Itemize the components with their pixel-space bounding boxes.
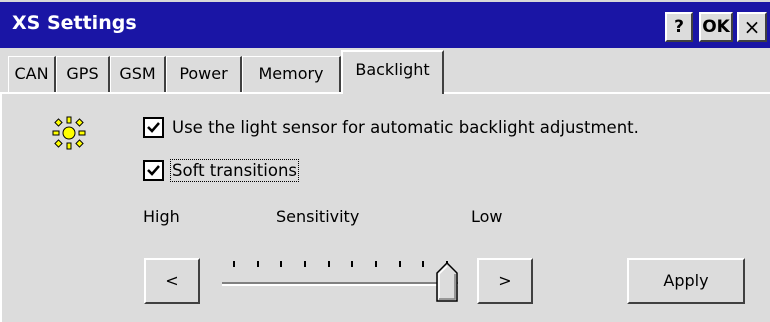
light-sensor-label: Use the light sensor for automatic backl…: [172, 118, 639, 137]
increase-button[interactable]: >: [477, 258, 533, 304]
light-sensor-row[interactable]: Use the light sensor for automatic backl…: [143, 117, 639, 138]
apply-button[interactable]: Apply: [627, 258, 745, 304]
slider-tick: [398, 261, 401, 267]
tab-power[interactable]: Power: [166, 56, 242, 92]
soft-transitions-label: Soft transitions: [169, 159, 300, 182]
tab-gsm[interactable]: GSM: [110, 56, 166, 92]
soft-transitions-checkbox[interactable]: [143, 160, 164, 181]
close-button[interactable]: ×: [737, 12, 767, 42]
tab-can[interactable]: CAN: [8, 56, 56, 92]
soft-transitions-row[interactable]: Soft transitions: [143, 159, 300, 182]
slider-tick: [256, 261, 259, 267]
tab-gps[interactable]: GPS: [56, 56, 110, 92]
slider-tick: [304, 261, 306, 267]
sensitivity-slider-track[interactable]: [222, 282, 458, 286]
slider-tick: [327, 261, 330, 267]
sun-icon: [52, 116, 86, 150]
window-title: XS Settings: [12, 12, 137, 34]
light-sensor-checkbox[interactable]: [143, 117, 164, 138]
sensitivity-low-label: Low: [471, 207, 503, 226]
slider-tick: [351, 261, 354, 267]
slider-tick: [233, 261, 235, 267]
slider-tick: [280, 261, 283, 267]
slider-tick: [375, 261, 377, 267]
ok-button[interactable]: OK: [699, 12, 733, 42]
title-bar: XS Settings ? OK ×: [0, 0, 770, 48]
tab-backlight[interactable]: Backlight: [341, 50, 444, 94]
sensitivity-slider-thumb[interactable]: [436, 261, 458, 306]
slider-tick: [422, 261, 425, 267]
decrease-button[interactable]: <: [144, 258, 200, 304]
tab-memory[interactable]: Memory: [242, 56, 341, 92]
sensitivity-title: Sensitivity: [276, 207, 360, 226]
help-button[interactable]: ?: [665, 12, 693, 42]
settings-window: XS Settings ? OK × CAN GPS GSM Power Mem…: [0, 0, 770, 322]
sensitivity-high-label: High: [143, 207, 180, 226]
